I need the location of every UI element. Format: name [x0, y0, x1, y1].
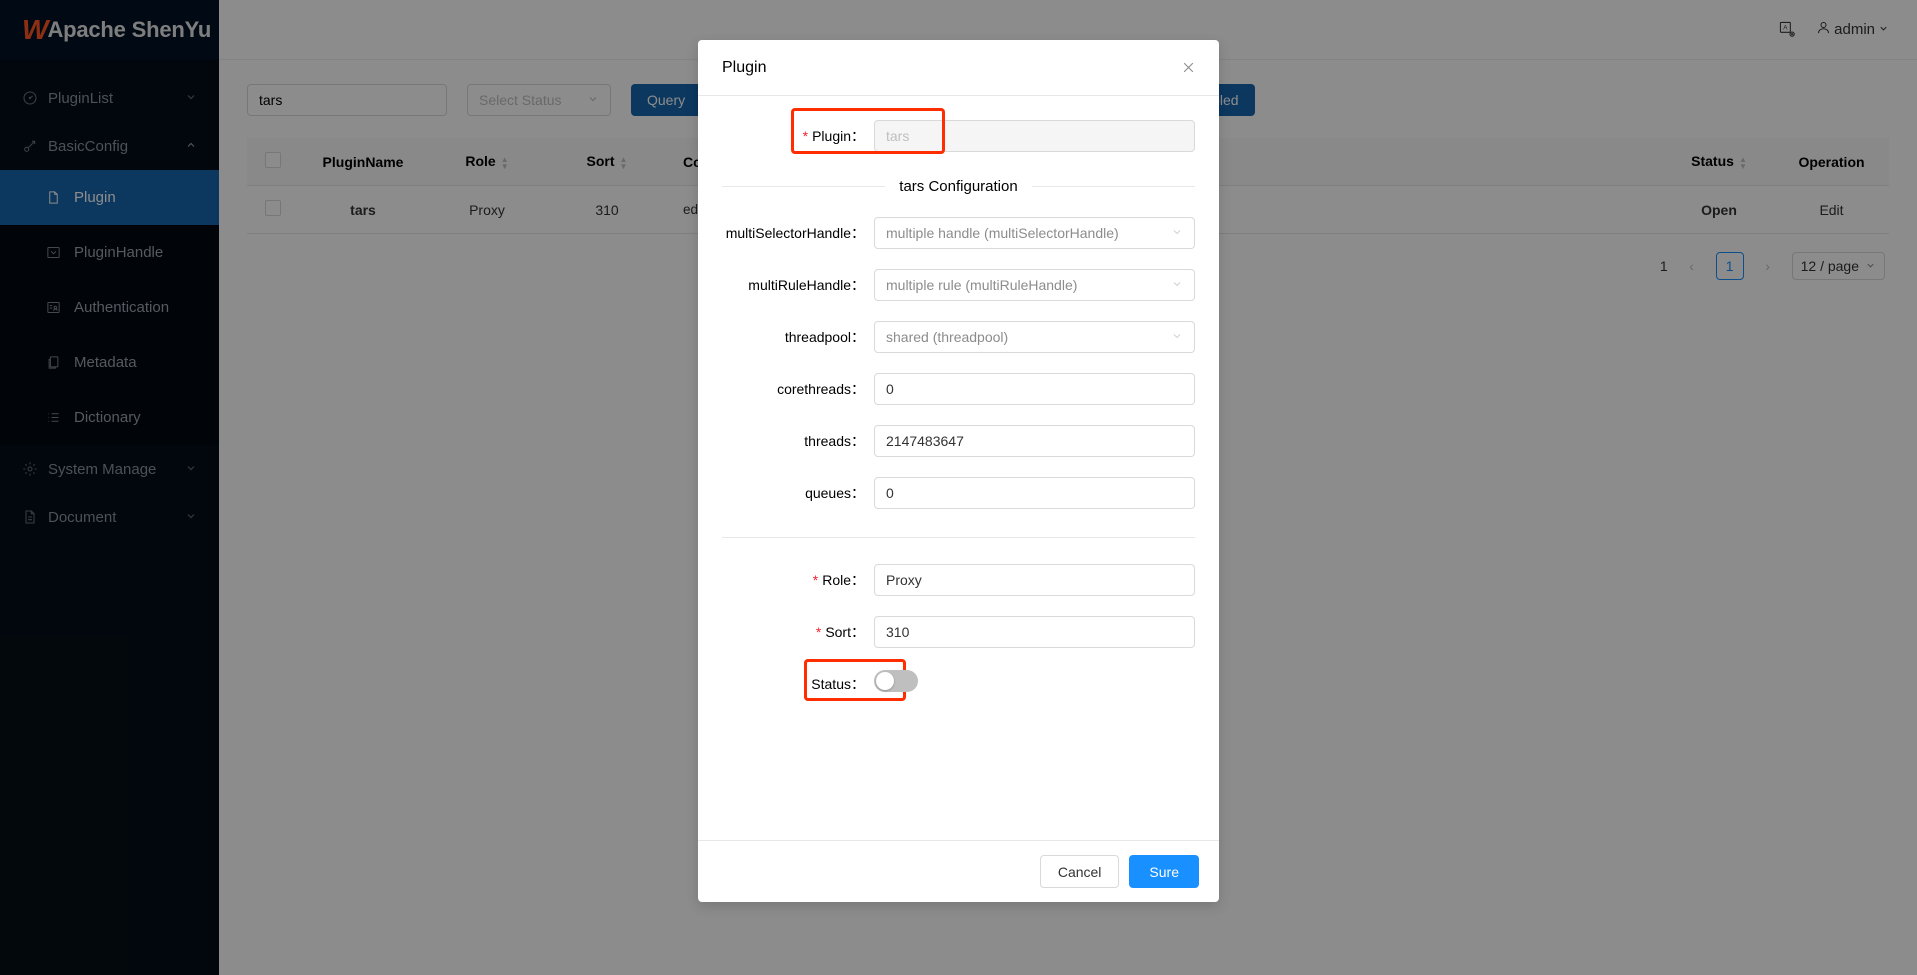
corethreads-input[interactable]: 0: [874, 373, 1195, 405]
label-threads: threads：: [722, 431, 874, 451]
label-multirulehandle-text: multiRuleHandle: [748, 277, 851, 293]
close-icon[interactable]: [1177, 56, 1199, 78]
form-row-plugin: * Plugin： tars: [722, 108, 1195, 154]
control-role: Proxy: [874, 564, 1195, 596]
form-row-multiselectorhandle: multiSelectorHandle： multiple handle (mu…: [722, 217, 1195, 249]
label-multirulehandle: multiRuleHandle：: [722, 275, 874, 295]
label-threadpool: threadpool：: [722, 327, 874, 347]
label-colon: ：: [851, 329, 865, 345]
chevron-down-icon: [1171, 330, 1183, 345]
control-threads: 2147483647: [874, 425, 1195, 457]
label-multiselectorhandle: multiSelectorHandle：: [722, 223, 874, 243]
modal-title: Plugin: [722, 58, 767, 76]
control-threadpool: shared (threadpool): [874, 321, 1195, 353]
multiselectorhandle-value: multiple handle (multiSelectorHandle): [886, 225, 1119, 241]
control-multiselectorhandle: multiple handle (multiSelectorHandle): [874, 217, 1195, 249]
threads-input[interactable]: 2147483647: [874, 425, 1195, 457]
label-colon: ：: [851, 675, 865, 692]
cancel-button[interactable]: Cancel: [1039, 855, 1120, 888]
role-input[interactable]: Proxy: [874, 564, 1195, 596]
modal-footer: Cancel Sure: [698, 840, 1219, 902]
label-role-text: Role: [822, 572, 851, 588]
label-colon: ：: [851, 381, 865, 397]
status-toggle[interactable]: [874, 670, 918, 692]
threadpool-value: shared (threadpool): [886, 329, 1009, 345]
form-divider: [722, 537, 1195, 538]
label-colon: ：: [851, 433, 865, 449]
modal-body: * Plugin： tars tars Configuration multiSe…: [698, 96, 1219, 840]
required-star: *: [802, 128, 809, 144]
section-divider: tars Configuration: [722, 178, 1195, 195]
threadpool-select[interactable]: shared (threadpool): [874, 321, 1195, 353]
label-colon: ：: [851, 572, 865, 588]
divider-line-left: [722, 186, 886, 187]
app-root: W Apache ShenYu PluginList BasicConfig P…: [0, 0, 1917, 975]
label-queues-text: queues: [805, 485, 851, 501]
control-corethreads: 0: [874, 373, 1195, 405]
form-row-threads: threads： 2147483647: [722, 425, 1195, 457]
form-row-threadpool: threadpool： shared (threadpool): [722, 321, 1195, 353]
label-colon: ：: [851, 225, 865, 241]
form-row-role: * Role： Proxy: [722, 564, 1195, 596]
multirulehandle-value: multiple rule (multiRuleHandle): [886, 277, 1078, 293]
chevron-down-icon: [1171, 226, 1183, 241]
label-plugin-text: Plugin: [812, 128, 851, 144]
form-row-queues: queues： 0: [722, 477, 1195, 509]
control-queues: 0: [874, 477, 1195, 509]
label-queues: queues：: [722, 483, 874, 503]
form-row-sort: * Sort： 310: [722, 616, 1195, 648]
chevron-down-icon: [1171, 278, 1183, 293]
sort-input[interactable]: 310: [874, 616, 1195, 648]
queues-input[interactable]: 0: [874, 477, 1195, 509]
form-row-multirulehandle: multiRuleHandle： multiple rule (multiRul…: [722, 269, 1195, 301]
status-toggle-knob: [876, 672, 894, 690]
label-threads-text: threads: [804, 433, 851, 449]
required-star: *: [812, 572, 819, 588]
label-status-text: Status: [811, 675, 851, 692]
label-sort: * Sort：: [722, 622, 874, 642]
label-colon: ：: [851, 277, 865, 293]
label-threadpool-text: threadpool: [784, 329, 851, 345]
form-row-status: Status：: [722, 659, 1195, 701]
label-plugin: * Plugin：: [722, 126, 874, 146]
control-multirulehandle: multiple rule (multiRuleHandle): [874, 269, 1195, 301]
multirulehandle-select[interactable]: multiple rule (multiRuleHandle): [874, 269, 1195, 301]
label-corethreads-text: corethreads: [777, 381, 851, 397]
label-corethreads: corethreads：: [722, 379, 874, 399]
label-multiselectorhandle-text: multiSelectorHandle: [725, 225, 851, 241]
sure-button[interactable]: Sure: [1129, 855, 1199, 888]
plugin-modal: Plugin *Plugin： tars tars Configuration: [698, 40, 1219, 902]
label-sort-text: Sort: [825, 624, 851, 640]
form-row-corethreads: corethreads： 0: [722, 373, 1195, 405]
control-status: [874, 670, 918, 697]
label-role: * Role：: [722, 570, 874, 590]
control-sort: 310: [874, 616, 1195, 648]
modal-header: Plugin: [698, 40, 1219, 96]
divider-line-right: [1031, 186, 1195, 187]
plugin-input: tars: [874, 120, 1195, 152]
label-colon: ：: [851, 128, 865, 144]
label-status: Status：: [722, 674, 874, 694]
control-plugin: tars: [874, 120, 1195, 152]
multiselectorhandle-select[interactable]: multiple handle (multiSelectorHandle): [874, 217, 1195, 249]
section-title: tars Configuration: [899, 178, 1018, 195]
label-colon: ：: [851, 624, 865, 640]
label-colon: ：: [851, 485, 865, 501]
required-star: *: [815, 624, 822, 640]
